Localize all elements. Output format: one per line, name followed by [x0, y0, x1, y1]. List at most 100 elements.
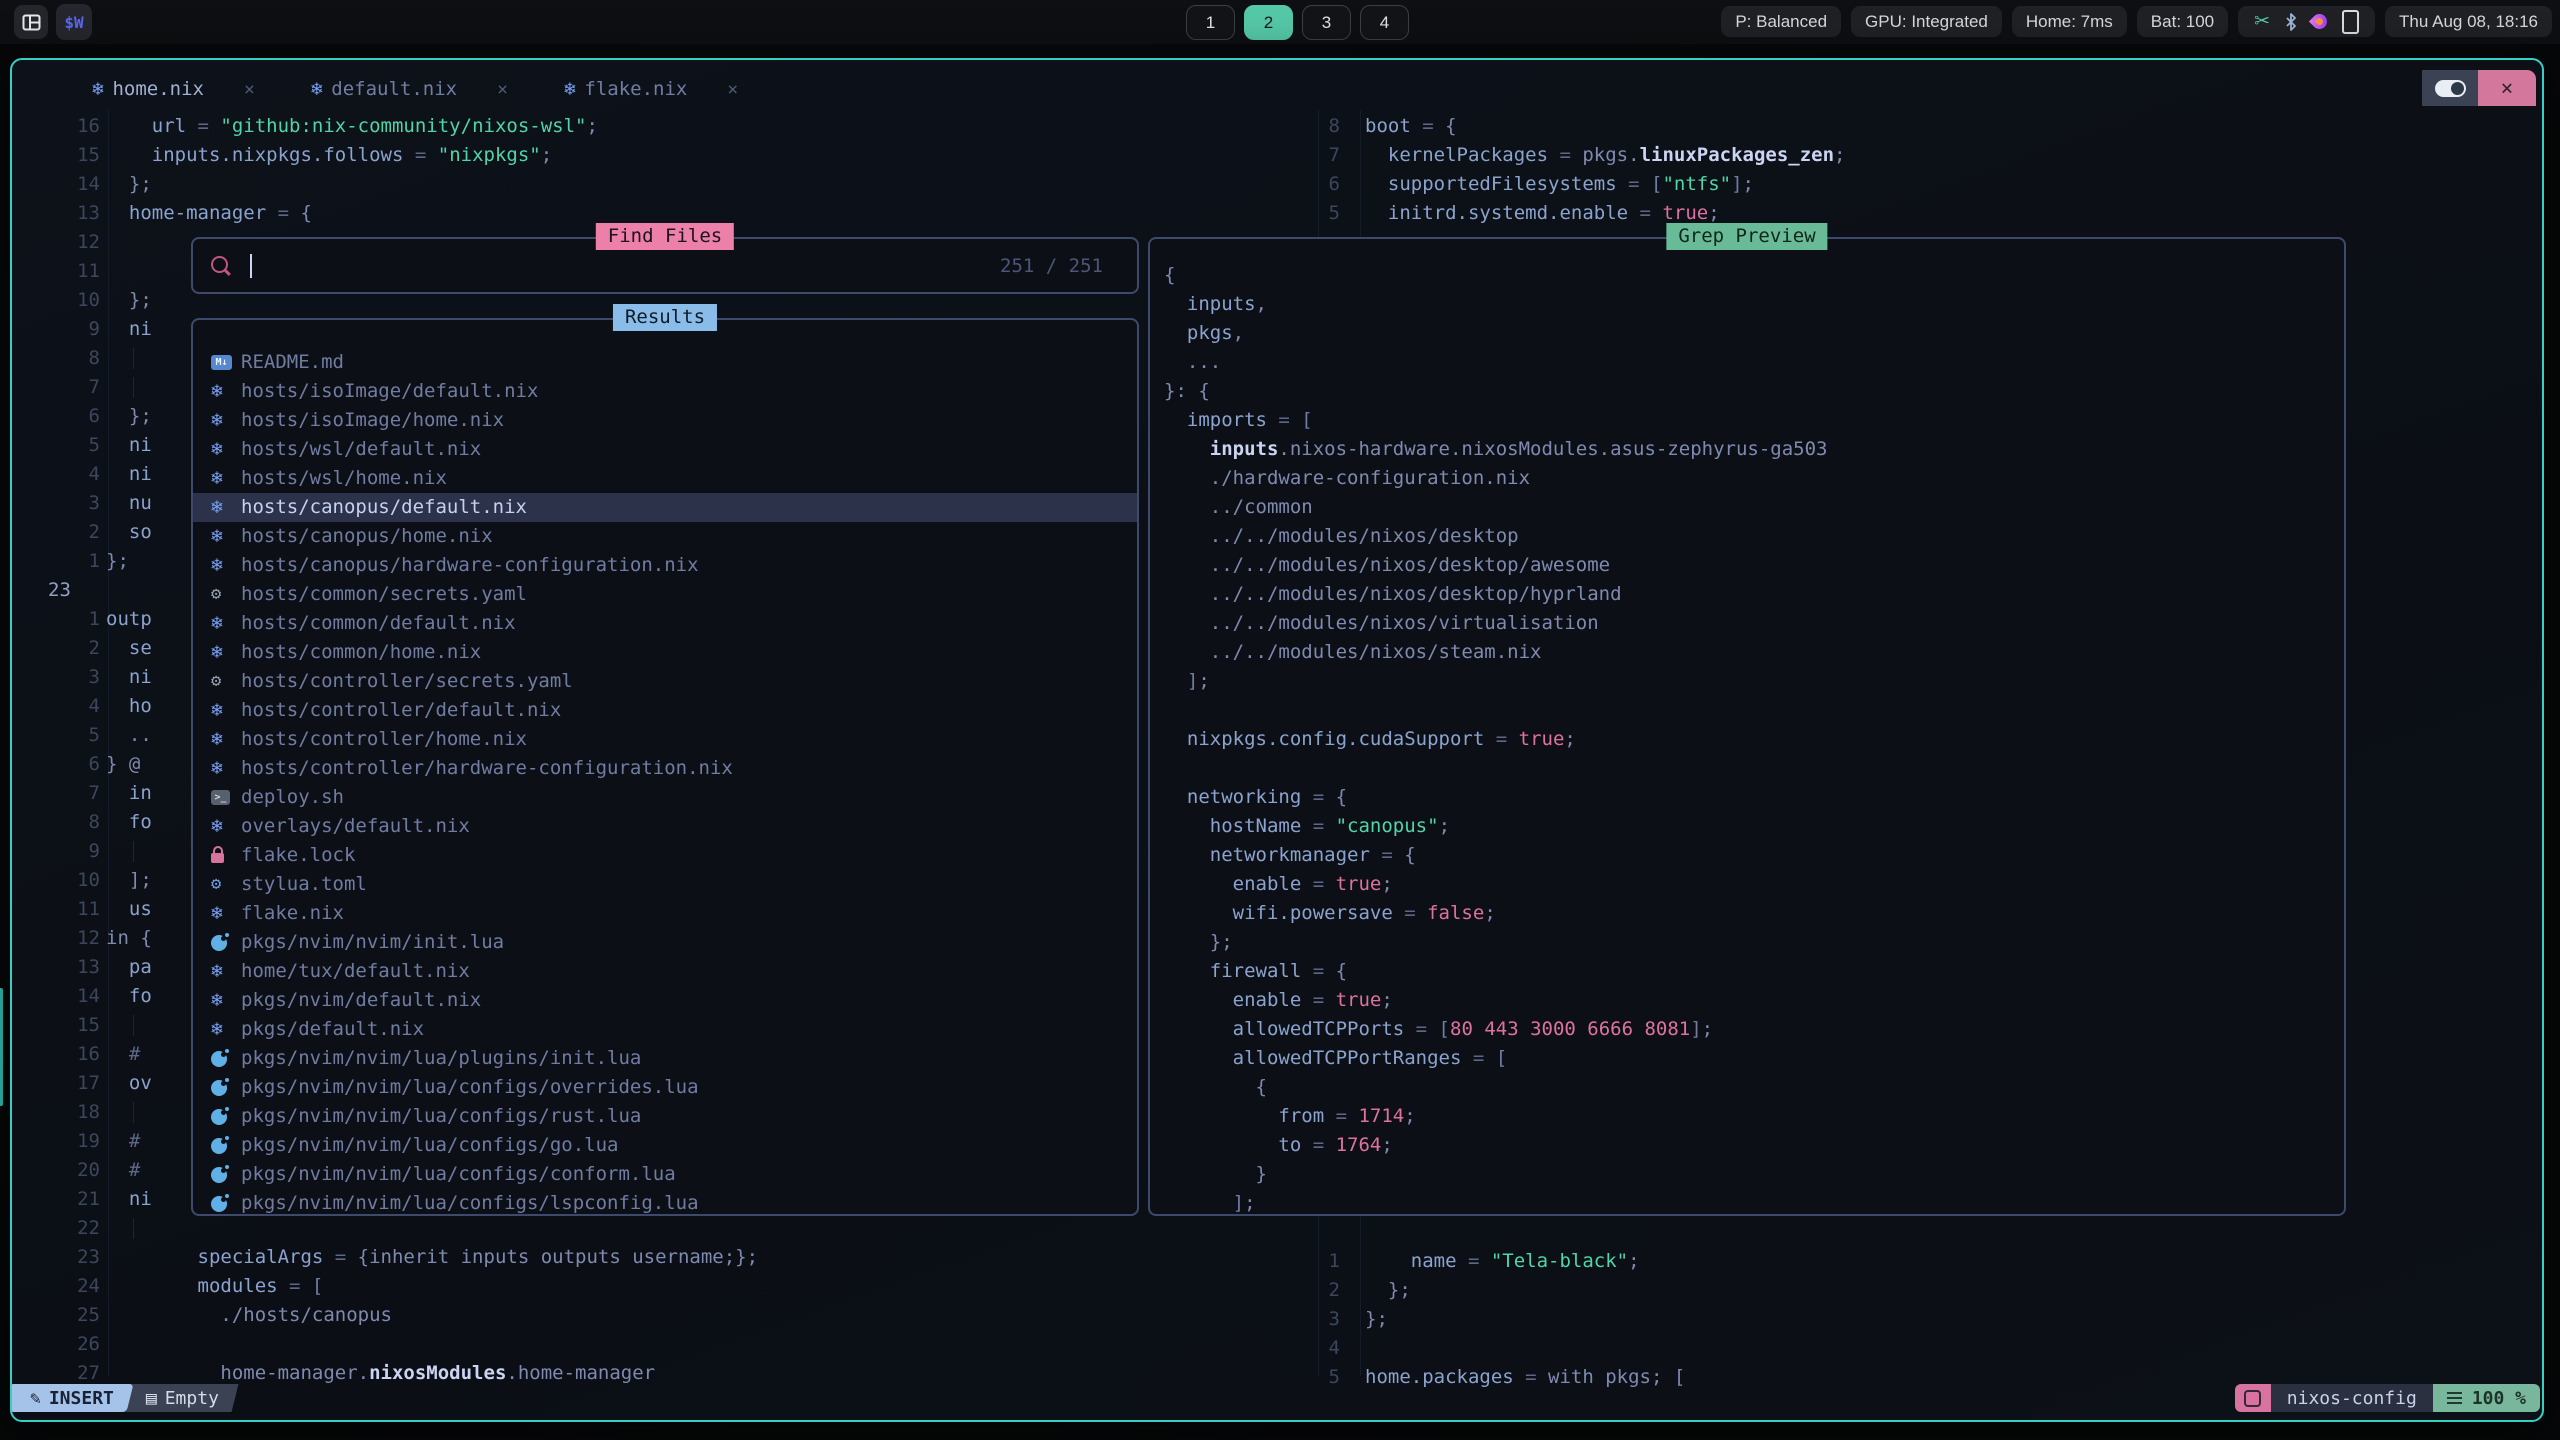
result-item[interactable]: ❄hosts/wsl/default.nix — [193, 435, 1137, 464]
preview-line: { — [1164, 261, 1827, 290]
line-number: 6 — [1280, 170, 1340, 199]
code-line: 3}; — [12, 1305, 2542, 1334]
result-item[interactable]: ❄hosts/canopus/default.nix — [193, 493, 1137, 522]
lua-file-icon — [211, 935, 241, 951]
result-filename: pkgs/nvim/nvim/lua/plugins/init.lua — [241, 1044, 641, 1073]
editor-pane-right-bottom[interactable]: 1 name = "Tela-black";2 };3};45home.pack… — [12, 1247, 2542, 1392]
result-item[interactable]: ❄hosts/canopus/home.nix — [193, 522, 1137, 551]
result-filename: hosts/isoImage/home.nix — [241, 406, 504, 435]
module-gpu[interactable]: GPU: Integrated — [1851, 6, 2002, 37]
workspace-button-1[interactable]: 1 — [1186, 5, 1235, 40]
result-item[interactable]: pkgs/nvim/nvim/lua/configs/rust.lua — [193, 1102, 1137, 1131]
result-item[interactable]: ❄home/tux/default.nix — [193, 957, 1137, 986]
preview-line: ../../modules/nixos/virtualisation — [1164, 609, 1827, 638]
result-item[interactable]: pkgs/nvim/nvim/lua/configs/conform.lua — [193, 1160, 1137, 1189]
line-text: pa — [106, 953, 152, 982]
line-number: 19 — [28, 1127, 100, 1156]
line-number: 7 — [1280, 141, 1340, 170]
result-item[interactable]: flake.lock — [193, 841, 1137, 870]
line-text: name = "Tela-black"; — [1365, 1247, 1640, 1276]
result-item[interactable]: ❄pkgs/nvim/default.nix — [193, 986, 1137, 1015]
result-item[interactable]: ❄hosts/common/home.nix — [193, 638, 1137, 667]
active-app-badge[interactable]: $W — [56, 4, 92, 40]
scissors-icon[interactable]: ✂ — [2254, 10, 2270, 33]
result-item[interactable]: ❄hosts/controller/default.nix — [193, 696, 1137, 725]
module-home[interactable]: Home: 7ms — [2012, 6, 2127, 37]
tab-flake.nix[interactable]: ❄flake.nix× — [564, 75, 738, 104]
line-number: 2 — [28, 634, 100, 663]
tab-close-icon[interactable]: × — [497, 75, 508, 104]
line-number: 6 — [28, 750, 100, 779]
result-item[interactable]: ❄hosts/canopus/hardware-configuration.ni… — [193, 551, 1137, 580]
nix-file-icon: ❄ — [211, 812, 241, 841]
result-item[interactable]: ⚙hosts/common/secrets.yaml — [193, 580, 1137, 609]
buffer-icon: ▤ — [146, 1384, 157, 1413]
result-item[interactable]: ❄hosts/isoImage/default.nix — [193, 377, 1137, 406]
tab-close-icon[interactable]: × — [244, 75, 255, 104]
clock[interactable]: Thu Aug 08, 18:16 — [2385, 6, 2552, 37]
preview-line — [1164, 696, 1827, 725]
module-bat[interactable]: Bat: 100 — [2137, 6, 2228, 37]
line-number: 11 — [28, 895, 100, 924]
code-line: 22 — [12, 1214, 2542, 1243]
result-item[interactable]: pkgs/nvim/nvim/lua/configs/lspconfig.lua — [193, 1189, 1137, 1218]
result-item[interactable]: ⚙stylua.toml — [193, 870, 1137, 899]
nix-file-icon: ❄ — [211, 899, 241, 928]
tab-home.nix[interactable]: ❄home.nix× — [92, 75, 255, 104]
preview-code: { inputs, pkgs, ...}: { imports = [ inpu… — [1164, 261, 1827, 1218]
sh-file-icon: >_ — [211, 790, 241, 805]
result-item[interactable]: >_deploy.sh — [193, 783, 1137, 812]
result-item[interactable]: ❄hosts/common/default.nix — [193, 609, 1137, 638]
result-filename: hosts/isoImage/default.nix — [241, 377, 538, 406]
result-item[interactable]: ❄hosts/controller/hardware-configuration… — [193, 754, 1137, 783]
line-text: }; — [106, 402, 152, 431]
bluetooth-icon[interactable] — [2285, 13, 2297, 31]
preview-line: ../../modules/nixos/desktop/hyprland — [1164, 580, 1827, 609]
tab-label: flake.nix — [584, 75, 687, 104]
yaml-file-icon: ⚙ — [211, 667, 241, 696]
result-item[interactable]: pkgs/nvim/nvim/lua/plugins/init.lua — [193, 1044, 1137, 1073]
percent-label: 100 % — [2472, 1384, 2526, 1413]
result-item[interactable]: ❄overlays/default.nix — [193, 812, 1137, 841]
result-item[interactable]: ❄flake.nix — [193, 899, 1137, 928]
find-files-input[interactable] — [263, 249, 967, 273]
result-item[interactable]: pkgs/nvim/nvim/lua/configs/go.lua — [193, 1131, 1137, 1160]
result-filename: deploy.sh — [241, 783, 344, 812]
result-filename: hosts/wsl/default.nix — [241, 435, 481, 464]
line-text: ni — [106, 1185, 152, 1214]
line-number: 4 — [28, 460, 100, 489]
editor-pane-right-top[interactable]: 8boot = {7 kernelPackages = pkgs.linuxPa… — [12, 112, 2542, 228]
result-item[interactable]: ❄hosts/controller/home.nix — [193, 725, 1137, 754]
line-text: }; — [1365, 1276, 1411, 1305]
fire-icon[interactable] — [2309, 11, 2330, 32]
line-number: 7 — [28, 779, 100, 808]
workspace-button-3[interactable]: 3 — [1302, 5, 1351, 40]
result-item[interactable]: ⚙hosts/controller/secrets.yaml — [193, 667, 1137, 696]
app-launcher-button[interactable] — [14, 5, 48, 39]
nix-file-icon: ❄ — [211, 493, 241, 522]
result-item[interactable]: ❄pkgs/default.nix — [193, 1015, 1137, 1044]
result-item[interactable]: pkgs/nvim/nvim/init.lua — [193, 928, 1137, 957]
preview-line: }: { — [1164, 377, 1827, 406]
phone-icon[interactable] — [2342, 10, 2359, 34]
workspace-button-2[interactable]: 2 — [1244, 5, 1293, 40]
nix-file-icon: ❄ — [211, 638, 241, 667]
window-close-button[interactable]: × — [2478, 70, 2536, 106]
workspace-button-4[interactable]: 4 — [1360, 5, 1409, 40]
line-number: 3 — [28, 489, 100, 518]
indent-guide — [133, 1218, 134, 1239]
nix-file-icon: ❄ — [311, 75, 322, 104]
line-text: fo — [106, 982, 152, 1011]
result-item[interactable]: pkgs/nvim/nvim/lua/configs/overrides.lua — [193, 1073, 1137, 1102]
preview-line: ../../modules/nixos/steam.nix — [1164, 638, 1827, 667]
status-modules: P: Balanced GPU: Integrated Home: 7ms Bat: … — [1721, 6, 2552, 37]
result-item[interactable]: M↓README.md — [193, 348, 1137, 377]
result-item[interactable]: ❄hosts/isoImage/home.nix — [193, 406, 1137, 435]
tab-default.nix[interactable]: ❄default.nix× — [311, 75, 508, 104]
window-toggle-switch[interactable] — [2422, 70, 2478, 106]
result-filename: home/tux/default.nix — [241, 957, 470, 986]
result-item[interactable]: ❄hosts/wsl/home.nix — [193, 464, 1137, 493]
line-number: 5 — [28, 431, 100, 460]
module-p[interactable]: P: Balanced — [1721, 6, 1841, 37]
tab-close-icon[interactable]: × — [727, 75, 738, 104]
